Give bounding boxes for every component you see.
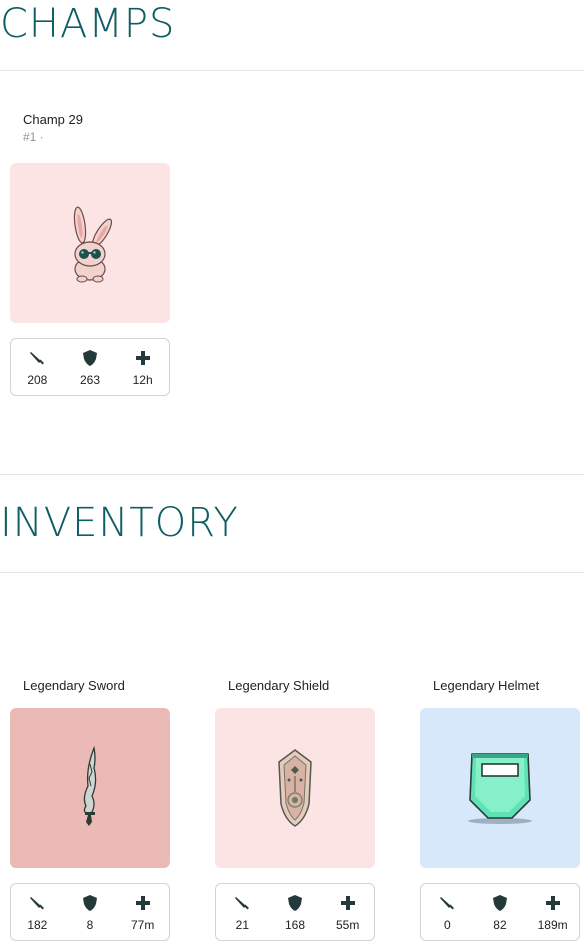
inventory-title: INVENTORY — [0, 500, 239, 546]
shield-stat-icon — [287, 893, 302, 913]
health-stat: 189m — [533, 893, 573, 932]
plus-stat-icon — [135, 893, 150, 913]
shield-stat-icon — [82, 348, 97, 368]
defense-value: 263 — [79, 372, 100, 387]
health-value: 77m — [130, 917, 155, 932]
sword-stat-icon — [234, 893, 250, 913]
inventory-card-helmet[interactable]: Legendary Helmet 0 82 189m — [420, 677, 580, 941]
shield-item-icon — [278, 749, 312, 827]
champs-divider — [0, 70, 584, 71]
plus-stat-icon — [340, 893, 355, 913]
health-stat: 55m — [328, 893, 368, 932]
sword-icon — [83, 745, 97, 826]
defense-value: 82 — [493, 917, 507, 932]
item-stats: 21 168 55m — [215, 883, 375, 941]
item-stats: 0 82 189m — [420, 883, 580, 941]
inventory-divider — [0, 572, 584, 573]
inventory-top-divider — [0, 474, 584, 475]
shield-stat-icon — [82, 893, 97, 913]
champ-art[interactable] — [10, 163, 170, 323]
sword-stat-icon — [439, 893, 455, 913]
attack-stat: 182 — [17, 893, 57, 932]
inventory-card-sword[interactable]: Legendary Sword 182 8 77m — [10, 677, 170, 941]
defense-value: 168 — [284, 917, 305, 932]
champ-card[interactable]: Champ 29 #1 · 208 263 12h — [10, 111, 170, 396]
plus-stat-icon — [545, 893, 560, 913]
attack-value: 182 — [27, 917, 48, 932]
champ-stats: 208 263 12h — [10, 338, 170, 396]
champ-rank: #1 · — [23, 130, 44, 144]
item-name: Legendary Helmet — [433, 678, 540, 693]
sword-stat-icon — [29, 893, 45, 913]
item-name: Legendary Shield — [228, 678, 330, 693]
item-stats: 182 8 77m — [10, 883, 170, 941]
defense-stat: 8 — [70, 893, 110, 932]
item-art[interactable] — [420, 708, 580, 868]
plus-stat-icon — [135, 348, 150, 368]
defense-stat: 82 — [480, 893, 520, 932]
helmet-icon — [468, 753, 532, 824]
attack-stat: 0 — [427, 893, 467, 932]
shield-stat-icon — [492, 893, 507, 913]
item-art[interactable] — [10, 708, 170, 868]
defense-stat: 263 — [70, 348, 110, 387]
champs-title: CHAMPS — [0, 1, 176, 47]
item-name: Legendary Sword — [23, 678, 125, 693]
health-value: 189m — [537, 917, 568, 932]
attack-value: 21 — [235, 917, 249, 932]
champ-name: Champ 29 — [23, 112, 83, 127]
health-value: 12h — [132, 372, 153, 387]
health-stat: 12h — [123, 348, 163, 387]
attack-stat: 21 — [222, 893, 262, 932]
health-stat: 77m — [123, 893, 163, 932]
attack-value: 0 — [443, 917, 451, 932]
attack-value: 208 — [27, 372, 48, 387]
item-art[interactable] — [215, 708, 375, 868]
sword-stat-icon — [29, 348, 45, 368]
inventory-card-shield[interactable]: Legendary Shield 21 168 55m — [215, 677, 375, 941]
defense-value: 8 — [86, 917, 94, 932]
rabbit-icon — [73, 206, 113, 283]
attack-stat: 208 — [17, 348, 57, 387]
health-value: 55m — [335, 917, 360, 932]
defense-stat: 168 — [275, 893, 315, 932]
